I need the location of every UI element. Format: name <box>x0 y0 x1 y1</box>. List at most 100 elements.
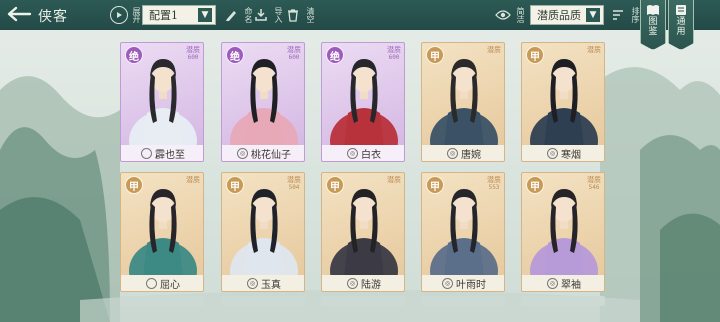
potential-label: 潜质 <box>587 176 601 184</box>
play-circle-icon <box>110 6 128 24</box>
sort-order-button[interactable]: 排序 <box>609 3 640 27</box>
display-mode-button[interactable]: 简洁 <box>494 3 525 27</box>
hero-name-bar: 屈心 <box>121 275 203 291</box>
pencil-icon <box>222 6 240 24</box>
card-stub <box>221 296 305 306</box>
top-bar: 侠客 展开 配置1 ▼ 命名 导入 清空 简洁 潜质品质 ▼ 排序 <box>0 0 720 30</box>
potential-badge: 潜质 546 <box>587 176 601 192</box>
grade-badge: 甲 <box>526 176 544 194</box>
tab-general[interactable]: 通用 <box>668 0 694 50</box>
potential-badge: 潜质 <box>587 46 601 54</box>
hero-name: 叶雨时 <box>456 279 486 291</box>
hero-name: 翠袖 <box>561 279 581 291</box>
potential-label: 潜质 <box>287 46 301 54</box>
sect-emblem-icon <box>146 277 157 289</box>
rename-button[interactable]: 命名 <box>222 3 253 27</box>
eye-icon <box>494 6 512 24</box>
grade-badge: 甲 <box>226 176 244 194</box>
sect-emblem-icon: ◎ <box>442 277 453 289</box>
grade-badge: 绝 <box>226 46 244 64</box>
play-toggle-button[interactable]: 展开 <box>110 3 141 27</box>
hero-card[interactable]: 绝 潜质 600 ◎ 白衣 <box>321 42 405 162</box>
potential-value: 600 <box>187 54 199 61</box>
card-stub <box>120 296 204 306</box>
third-row-peek <box>0 296 720 322</box>
hero-name-bar: ◎ 桃花仙子 <box>222 145 304 161</box>
potential-value: 546 <box>588 184 600 191</box>
card-stub <box>421 296 505 306</box>
display-mode-label: 简洁 <box>516 7 525 23</box>
potential-label: 潜质 <box>487 46 501 54</box>
hero-name-bar: ◎ 陆游 <box>322 275 404 291</box>
hero-card[interactable]: 甲 潜质 ◎ 唐婉 <box>421 42 505 162</box>
potential-label: 潜质 <box>186 176 200 184</box>
hero-name-bar: ◎ 寒烟 <box>522 145 604 161</box>
potential-badge: 潜质 504 <box>287 176 301 192</box>
hero-name: 唐婉 <box>461 149 481 161</box>
tab-general-label: 通用 <box>676 17 686 37</box>
sect-emblem-icon: ◎ <box>547 147 558 159</box>
scroll-icon <box>676 5 686 15</box>
hero-name: 桃花仙子 <box>251 149 291 161</box>
config-select-value: 配置1 <box>149 9 178 22</box>
hero-card[interactable]: 甲 潜质 553 ◎ 叶雨时 <box>421 172 505 292</box>
sect-emblem-icon: ◎ <box>237 147 248 159</box>
sort-select-value: 潜质品质 <box>537 9 581 22</box>
hero-card[interactable]: 绝 潜质 600 霹也至 <box>120 42 204 162</box>
chevron-down-icon: ▼ <box>586 8 600 22</box>
tab-codex[interactable]: 图鉴 <box>640 0 666 50</box>
back-button[interactable] <box>2 2 36 26</box>
card-stub <box>321 296 405 306</box>
potential-badge: 潜质 <box>487 46 501 54</box>
hero-name-bar: 霹也至 <box>121 145 203 161</box>
config-select[interactable]: 配置1 ▼ <box>142 5 216 25</box>
sect-emblem-icon: ◎ <box>547 277 558 289</box>
grade-badge: 绝 <box>125 46 143 64</box>
hero-card[interactable]: 甲 潜质 546 ◎ 翠袖 <box>521 172 605 292</box>
potential-label: 潜质 <box>186 46 200 54</box>
clear-button[interactable]: 清空 <box>284 3 315 27</box>
hero-card[interactable]: 甲 潜质 ◎ 寒烟 <box>521 42 605 162</box>
potential-label: 潜质 <box>487 176 501 184</box>
play-toggle-label: 展开 <box>132 7 141 23</box>
hero-name-bar: ◎ 白衣 <box>322 145 404 161</box>
grade-badge: 甲 <box>426 46 444 64</box>
clear-label: 清空 <box>306 7 315 23</box>
sect-emblem-icon: ◎ <box>247 277 258 289</box>
hero-name: 寒烟 <box>561 149 581 161</box>
potential-badge: 潜质 600 <box>186 46 200 62</box>
hero-name-bar: ◎ 叶雨时 <box>422 275 504 291</box>
tab-codex-label: 图鉴 <box>648 17 658 37</box>
import-label: 导入 <box>274 7 283 23</box>
grade-badge: 甲 <box>125 176 143 194</box>
back-arrow-icon <box>7 6 32 22</box>
chevron-down-icon: ▼ <box>198 8 212 22</box>
potential-label: 潜质 <box>287 176 301 184</box>
sect-emblem-icon: ◎ <box>347 277 358 289</box>
potential-badge: 潜质 600 <box>287 46 301 62</box>
trash-icon <box>284 6 302 24</box>
hero-name-bar: ◎ 玉真 <box>222 275 304 291</box>
potential-badge: 潜质 <box>387 176 401 184</box>
hero-name: 陆游 <box>361 279 381 291</box>
hero-card[interactable]: 绝 潜质 600 ◎ 桃花仙子 <box>221 42 305 162</box>
grade-badge: 绝 <box>326 46 344 64</box>
hero-card[interactable]: 甲 潜质 ◎ 陆游 <box>321 172 405 292</box>
hero-name-bar: ◎ 唐婉 <box>422 145 504 161</box>
potential-value: 600 <box>388 54 400 61</box>
potential-badge: 潜质 600 <box>387 46 401 62</box>
hero-card[interactable]: 甲 潜质 504 ◎ 玉真 <box>221 172 305 292</box>
hero-card[interactable]: 甲 潜质 屈心 <box>120 172 204 292</box>
sort-select[interactable]: 潜质品质 ▼ <box>530 5 604 25</box>
sect-emblem-icon <box>141 147 152 159</box>
potential-badge: 潜质 553 <box>487 176 501 192</box>
sort-order-label: 排序 <box>631 7 640 23</box>
potential-label: 潜质 <box>587 46 601 54</box>
rename-label: 命名 <box>244 7 253 23</box>
grade-badge: 甲 <box>326 176 344 194</box>
hero-name: 白衣 <box>361 149 381 161</box>
potential-value: 504 <box>288 184 300 191</box>
card-stub <box>521 296 605 306</box>
import-button[interactable]: 导入 <box>252 3 283 27</box>
page-title: 侠客 <box>38 9 68 25</box>
